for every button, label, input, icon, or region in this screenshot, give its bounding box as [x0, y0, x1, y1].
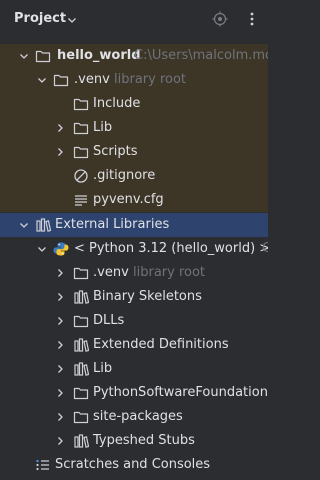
tree-item-hint: library root — [133, 265, 206, 280]
chevron-right-icon[interactable] — [54, 339, 66, 351]
folder-icon — [73, 265, 89, 281]
library-icon — [73, 433, 89, 449]
tree-item-venv-library[interactable]: .venv library root — [0, 261, 268, 285]
tree-item-external-libraries[interactable]: External Libraries — [0, 213, 268, 237]
tree-item-hint: C — [262, 241, 268, 256]
library-icon — [73, 361, 89, 377]
folder-icon — [73, 385, 89, 401]
folder-icon — [73, 120, 89, 136]
folder-icon — [73, 409, 89, 425]
chevron-right-icon[interactable] — [54, 146, 66, 158]
tree-item-binary-skeletons[interactable]: Binary Skeletons — [0, 285, 268, 309]
tree-item-hint: C:\Users\malcolm.mck — [134, 48, 268, 63]
chevron-right-icon[interactable] — [54, 387, 66, 399]
tree-item-lib-sdk[interactable]: Lib — [0, 357, 268, 381]
tree-item-label: hello_world — [57, 48, 141, 63]
tree-item-scripts[interactable]: Scripts — [0, 140, 268, 164]
target-icon[interactable] — [212, 11, 228, 27]
tree-item-extended-definitions[interactable]: Extended Definitions — [0, 333, 268, 357]
folder-icon — [73, 96, 89, 112]
tree-item-pyvenv-cfg[interactable]: pyvenv.cfg — [0, 188, 268, 212]
tree-item-label: Include — [93, 96, 141, 111]
tree-item-dlls[interactable]: DLLs — [0, 309, 268, 333]
tree-item-label: < Python 3.12 (hello_world) > — [74, 241, 268, 256]
config-file-icon — [73, 192, 89, 208]
tree-item-label: Binary Skeletons — [93, 289, 202, 304]
library-icon — [35, 217, 51, 233]
folder-icon — [73, 313, 89, 329]
tree-item-site-packages[interactable]: site-packages — [0, 405, 268, 429]
project-tool-window-header: Project — [0, 0, 268, 40]
chevron-right-icon[interactable] — [54, 363, 66, 375]
tree-item-typeshed-stubs[interactable]: Typeshed Stubs — [0, 429, 268, 453]
project-title[interactable]: Project — [14, 11, 66, 26]
tree-item-gitignore[interactable]: .gitignore — [0, 164, 268, 188]
library-icon — [73, 289, 89, 305]
tree-item-hint: library root — [114, 72, 187, 87]
tree-item-scratches-and-consoles[interactable]: Scratches and Consoles — [0, 453, 268, 477]
tree-item-label: site-packages — [93, 409, 183, 424]
tree-item-label: Lib — [93, 120, 113, 135]
chevron-right-icon[interactable] — [54, 411, 66, 423]
tree-item-label: Scripts — [93, 144, 138, 159]
tree-item-hello-world[interactable]: hello_world C:\Users\malcolm.mck — [0, 44, 268, 68]
tree-item-label: .venv — [74, 72, 110, 87]
chevron-down-icon[interactable] — [66, 14, 78, 26]
tree-item-lib[interactable]: Lib — [0, 116, 268, 140]
ignored-file-icon — [73, 168, 89, 184]
tree-item-label: Extended Definitions — [93, 337, 229, 352]
tree-item-label: pyvenv.cfg — [93, 192, 164, 207]
tree-item-venv[interactable]: .venv library root — [0, 68, 268, 92]
tree-item-label: .gitignore — [93, 168, 156, 183]
chevron-down-icon[interactable] — [36, 243, 48, 255]
folder-icon — [73, 144, 89, 160]
tree-item-label: Typeshed Stubs — [93, 433, 195, 448]
chevron-right-icon[interactable] — [54, 315, 66, 327]
chevron-down-icon[interactable] — [18, 219, 30, 231]
scratches-icon — [35, 457, 51, 473]
chevron-down-icon[interactable] — [36, 74, 48, 86]
chevron-right-icon[interactable] — [54, 291, 66, 303]
folder-icon — [35, 48, 51, 64]
tree-item-python-sdk[interactable]: < Python 3.12 (hello_world) > C — [0, 237, 268, 261]
tree-item-label: PythonSoftwareFoundation. — [93, 385, 268, 400]
tree-item-label: .venv — [93, 265, 129, 280]
chevron-down-icon[interactable] — [18, 50, 30, 62]
tree-item-label: Scratches and Consoles — [55, 457, 211, 472]
tree-item-label: Lib — [93, 361, 113, 376]
library-icon — [73, 337, 89, 353]
tree-item-include[interactable]: Include — [0, 92, 268, 116]
chevron-right-icon[interactable] — [54, 435, 66, 447]
folder-icon — [53, 72, 69, 88]
tree-item-label: DLLs — [93, 313, 125, 328]
python-icon — [53, 241, 69, 257]
chevron-right-icon[interactable] — [54, 267, 66, 279]
chevron-right-icon[interactable] — [54, 122, 66, 134]
more-vertical-icon[interactable] — [244, 11, 260, 27]
tree-item-python-software-foundation[interactable]: PythonSoftwareFoundation. — [0, 381, 268, 405]
tree-item-label: External Libraries — [55, 217, 170, 232]
